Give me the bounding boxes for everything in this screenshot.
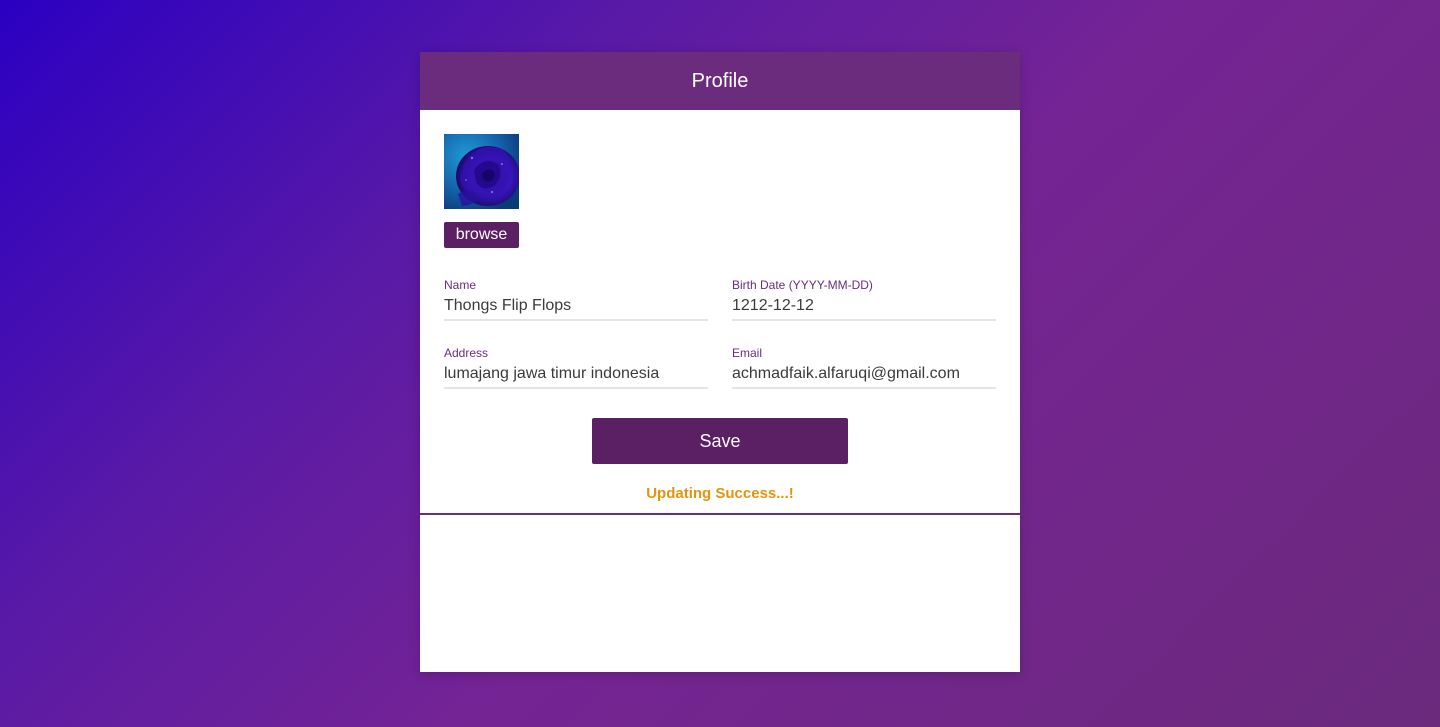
- address-field: Address: [444, 346, 708, 389]
- address-input[interactable]: [444, 364, 708, 389]
- birth-date-field: Birth Date (YYYY-MM-DD): [732, 278, 996, 321]
- profile-header: Profile: [420, 52, 1020, 110]
- birth-date-label: Birth Date (YYYY-MM-DD): [732, 278, 873, 292]
- email-field: Email: [732, 346, 996, 389]
- avatar: [444, 134, 519, 209]
- address-label: Address: [444, 346, 489, 360]
- save-button[interactable]: Save: [592, 418, 848, 464]
- page-title: Profile: [691, 69, 749, 92]
- status-message: Updating Success...!: [646, 485, 794, 502]
- name-label: Name: [444, 278, 477, 292]
- name-field: Name: [444, 278, 708, 321]
- divider: [420, 513, 1020, 515]
- browse-button[interactable]: browse: [444, 222, 519, 248]
- email-input[interactable]: [732, 364, 996, 389]
- rose-photo-icon: [444, 134, 519, 209]
- birth-date-input[interactable]: [732, 296, 996, 321]
- email-label: Email: [732, 346, 763, 360]
- profile-card: Profile browse Name Thongs Flip Flops Bi…: [420, 52, 1020, 672]
- name-input[interactable]: [444, 296, 708, 321]
